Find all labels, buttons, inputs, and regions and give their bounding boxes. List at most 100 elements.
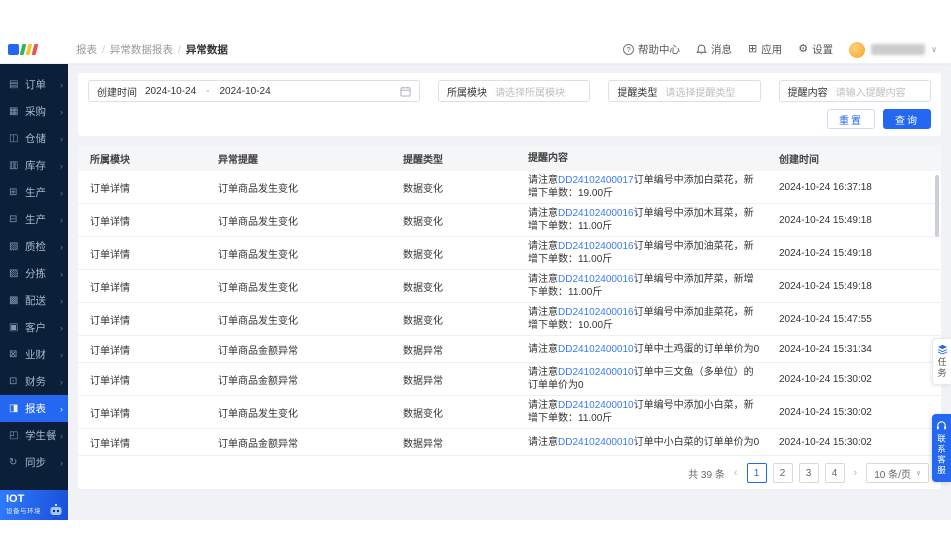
next-page-button[interactable]: › [851,467,861,479]
prev-page-button[interactable]: ‹ [731,467,741,479]
module-select[interactable]: 所属模块 请选择所属模块 [438,80,590,102]
table-row[interactable]: 订单详情 订单商品发生变化 数据变化 请注意DD24102400017订单编号中… [78,171,941,204]
page-button-2[interactable]: 2 [773,463,793,483]
cell-content: 请注意DD24102400016订单编号中添加韭菜花，新增下单数：10.00斤 [528,306,779,332]
tasks-tab[interactable]: 任务 [932,338,951,385]
sidebar-item-business-finance[interactable]: ⊠业财› [0,341,68,368]
content-prefix: 请注意 [528,208,558,219]
cell-type: 数据异常 [403,435,528,450]
chevron-down-icon[interactable]: ∨ [931,45,937,54]
iot-panel[interactable]: IOT 设备与环境 [0,490,68,520]
settings-label: 设置 [812,42,833,57]
type-select-label: 提醒类型 [617,84,657,99]
help-center-button[interactable]: ? 帮助中心 [623,42,680,57]
pagination-total: 共 39 条 [688,466,725,481]
sidebar-item-label: 分拣 [25,266,60,281]
order-number-link[interactable]: DD24102400010 [558,437,634,448]
sidebar-item-quality[interactable]: ▧质检› [0,233,68,260]
contact-support-tab[interactable]: 联系客服 [932,414,951,482]
table-row[interactable]: 订单详情 订单商品发生变化 数据变化 请注意DD24102400016订单编号中… [78,270,941,303]
order-number-link[interactable]: DD24102400010 [558,400,634,411]
table-row[interactable]: 订单详情 订单商品发生变化 数据变化 请注意DD24102400016订单编号中… [78,237,941,270]
breadcrumb-item-reports[interactable]: 报表 [76,42,97,57]
table-row[interactable]: 订单详情 订单商品金额异常 数据异常 请注意DD24102400010订单中土鸡… [78,336,941,363]
table-row[interactable]: 订单详情 订单商品发生变化 数据变化 请注意DD24102400010订单编号中… [78,396,941,429]
search-button[interactable]: 查询 [883,109,931,129]
sidebar-item-delivery[interactable]: ▩配送› [0,287,68,314]
order-number-link[interactable]: DD24102400016 [558,307,634,318]
messages-button[interactable]: 消息 [696,42,732,57]
sidebar-item-finance[interactable]: ⊡财务› [0,368,68,395]
order-number-link[interactable]: DD24102400016 [558,274,634,285]
cell-exception: 订单商品金额异常 [218,435,403,450]
cell-type: 数据变化 [403,405,528,420]
content-prefix: 请注意 [528,367,558,378]
type-select[interactable]: 提醒类型 请选择提醒类型 [608,80,760,102]
cell-type: 数据异常 [403,342,528,357]
column-header-exception: 异常提醒 [218,151,403,166]
table-body: 订单详情 订单商品发生变化 数据变化 请注意DD24102400017订单编号中… [78,171,941,457]
chevron-right-icon: › [60,350,63,360]
order-number-link[interactable]: DD24102400010 [558,367,634,378]
sidebar-item-student-meals[interactable]: ◰学生餐› [0,422,68,449]
layers-icon [937,344,948,355]
sidebar-item-sorting[interactable]: ▨分拣› [0,260,68,287]
chevron-right-icon: › [60,134,63,144]
sidebar-item-production-2[interactable]: ⊟生产› [0,206,68,233]
date-range-input[interactable]: 创建时间 2024-10-24 - 2024-10-24 [88,80,420,102]
sidebar-item-label: 生产 [25,212,60,227]
sidebar-item-sync[interactable]: ↻同步› [0,449,68,476]
page-button-1[interactable]: 1 [747,463,767,483]
apps-button[interactable]: ⊞ 应用 [748,42,782,57]
cell-module: 订单详情 [90,372,218,387]
chevron-right-icon: › [60,215,63,225]
sidebar-item-customers[interactable]: ▣客户› [0,314,68,341]
content-input[interactable]: 提醒内容 请输入提醒内容 [779,80,931,102]
table-header: 所属模块 异常提醒 提醒类型 提醒内容 创建时间 [78,145,941,171]
cell-exception: 订单商品金额异常 [218,342,403,357]
order-number-link[interactable]: DD24102400016 [558,241,634,252]
cell-content: 请注意DD24102400010订单中三文鱼（多单位）的订单单价为0 [528,366,779,392]
page-button-3[interactable]: 3 [799,463,819,483]
page-size-select[interactable]: 10 条/页 ∨ [866,463,929,483]
breadcrumb-item-exception-reports[interactable]: 异常数据报表 [110,42,173,57]
business-finance-icon: ⊠ [9,349,22,360]
content-prefix: 请注意 [528,175,558,186]
module-select-label: 所属模块 [447,84,487,99]
sidebar-item-warehouse[interactable]: ◫仓储› [0,125,68,152]
page-button-4[interactable]: 4 [825,463,845,483]
order-number-link[interactable]: DD24102400010 [558,344,634,355]
sidebar-item-purchase[interactable]: ▦采购› [0,98,68,125]
avatar[interactable] [849,42,865,58]
order-number-link[interactable]: DD24102400017 [558,175,634,186]
cell-module: 订单详情 [90,279,218,294]
order-number-link[interactable]: DD24102400016 [558,208,634,219]
chevron-right-icon: › [60,242,63,252]
content-prefix: 请注意 [528,437,558,448]
cell-module: 订单详情 [90,312,218,327]
top-header: 报表 / 异常数据报表 / 异常数据 ? 帮助中心 消息 ⊞ 应用 ⚙ 设置 [0,36,951,64]
apps-label: 应用 [761,42,782,57]
sidebar-item-label: 仓储 [25,131,60,146]
table-row[interactable]: 订单详情 订单商品金额异常 数据异常 请注意DD24102400010订单中三文… [78,363,941,396]
sidebar-item-inventory[interactable]: ▥库存› [0,152,68,179]
sidebar-item-label: 财务 [25,374,60,389]
robot-icon [48,503,64,517]
sidebar-item-orders[interactable]: ▤订单› [0,71,68,98]
reset-button[interactable]: 重置 [827,109,875,129]
settings-button[interactable]: ⚙ 设置 [798,42,833,57]
chevron-right-icon: › [60,269,63,279]
sidebar-item-production-1[interactable]: ⊞生产› [0,179,68,206]
table-row[interactable]: 订单详情 订单商品发生变化 数据变化 请注意DD24102400016订单编号中… [78,303,941,336]
table-row[interactable]: 订单详情 订单商品金额异常 数据异常 请注意DD24102400010订单中小白… [78,429,941,456]
cell-created-at: 2024-10-24 15:31:34 [779,344,929,355]
vertical-scrollbar[interactable] [935,175,939,237]
cell-exception: 订单商品发生变化 [218,180,403,195]
chevron-right-icon: › [60,431,63,441]
cell-content: 请注意DD24102400016订单编号中添加芹菜，新增下单数：11.00斤 [528,273,779,299]
chevron-right-icon: › [60,80,63,90]
sidebar-item-label: 采购 [25,104,60,119]
student-meals-icon: ◰ [9,430,22,441]
sidebar-item-reports[interactable]: ◨报表› [0,395,68,422]
table-row[interactable]: 订单详情 订单商品发生变化 数据变化 请注意DD24102400016订单编号中… [78,204,941,237]
